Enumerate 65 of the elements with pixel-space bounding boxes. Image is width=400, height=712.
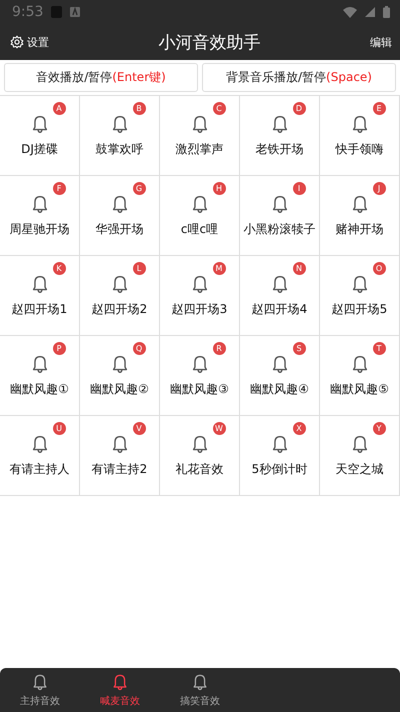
sound-button[interactable]: U 有请主持人 [0,416,80,496]
sound-button[interactable]: B 鼓掌欢呼 [80,96,160,176]
shortcut-badge: T [372,342,386,355]
shortcut-badge: G [132,182,146,195]
shortcut-badge: R [212,342,226,355]
sound-button[interactable]: R 幽默风趣③ [160,336,240,416]
sound-button[interactable]: Y 天空之城 [320,416,400,496]
shortcut-badge: B [132,102,146,115]
shortcut-badge: X [292,422,306,435]
sound-button[interactable]: C 激烈掌声 [160,96,240,176]
sound-button[interactable]: X 5秒倒计时 [240,416,320,496]
shortcut-badge: K [52,262,66,275]
nav-tab[interactable]: 搞笑音效 [160,668,240,712]
wifi-icon [343,6,357,18]
play-pause-button[interactable]: 背景音乐播放/暂停(Space) [202,63,396,92]
sound-button[interactable]: K 赵四开场1 [0,256,80,336]
play-pause-button[interactable]: 音效播放/暂停(Enter键) [4,63,198,92]
settings-icon [10,35,24,49]
sound-button[interactable]: V 有请主持2 [80,416,160,496]
sound-button[interactable]: G 华强开场 [80,176,160,256]
nav-tab[interactable]: 主持音效 [0,668,80,712]
app-notification-icon [51,6,62,18]
sound-button[interactable]: S 幽默风趣④ [240,336,320,416]
sound-button[interactable]: W 礼花音效 [160,416,240,496]
shortcut-badge: D [292,102,306,115]
battery-icon [383,6,390,18]
sound-button[interactable]: T 幽默风趣⑤ [320,336,400,416]
shortcut-badge: I [292,182,306,195]
nav-tab[interactable]: 喊麦音效 [80,668,160,712]
app-title: 小河音效助手 [158,32,262,54]
shortcut-badge: U [52,422,66,435]
sound-button[interactable]: M 赵四开场3 [160,256,240,336]
settings-button[interactable]: 设置 [10,34,49,50]
sound-button[interactable]: N 赵四开场4 [240,256,320,336]
shortcut-badge: M [212,262,226,275]
sound-button[interactable]: E 快手领嗨 [320,96,400,176]
sound-button[interactable]: I 小黑粉滚犊子 [240,176,320,256]
notification-icon [70,7,80,17]
edit-button[interactable]: 编辑 [370,34,392,50]
sound-button[interactable]: J 赌神开场 [320,176,400,256]
shortcut-badge: H [212,182,226,195]
shortcut-badge: O [372,262,386,275]
status-time: 9:53 [12,4,44,20]
shortcut-badge: F [52,182,66,195]
shortcut-badge: S [292,342,306,355]
shortcut-badge: V [132,422,146,435]
sound-button[interactable]: P 幽默风趣① [0,336,80,416]
shortcut-badge: Q [132,342,146,355]
sound-button[interactable]: D 老铁开场 [240,96,320,176]
shortcut-badge: N [292,262,306,275]
shortcut-badge: A [52,102,66,115]
shortcut-badge: W [212,422,226,435]
shortcut-badge: L [132,262,146,275]
sound-button[interactable]: A DJ搓碟 [0,96,80,176]
sound-button[interactable]: Q 幽默风趣② [80,336,160,416]
shortcut-badge: Y [372,422,386,435]
shortcut-badge: C [212,102,226,115]
shortcut-badge: E [372,102,386,115]
sound-button[interactable]: L 赵四开场2 [80,256,160,336]
sound-button[interactable]: H c哩c哩 [160,176,240,256]
signal-icon [365,7,375,17]
sound-button[interactable]: O 赵四开场5 [320,256,400,336]
shortcut-badge: P [52,342,66,355]
sound-button[interactable]: F 周星驰开场 [0,176,80,256]
shortcut-badge: J [372,182,386,195]
